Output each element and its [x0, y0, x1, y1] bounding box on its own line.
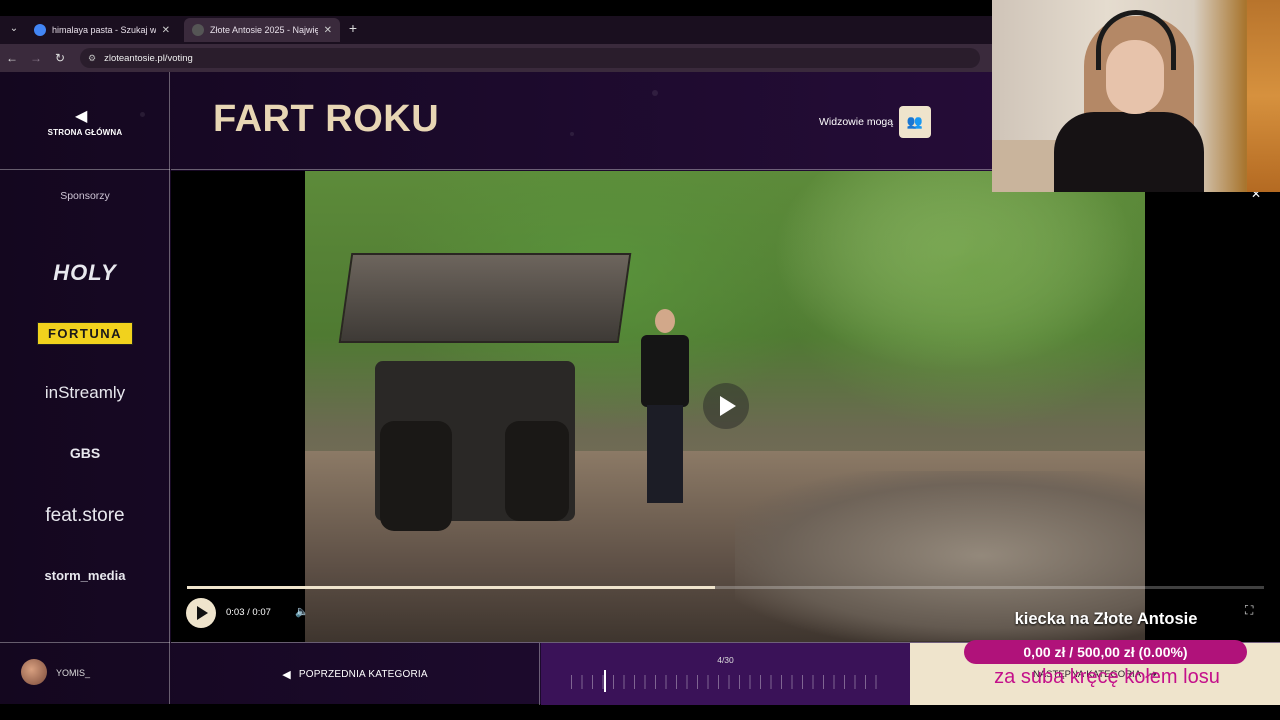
sidebar: ◀ STRONA GŁÓWNA Sponsorzy HOLY FORTUNA i… [0, 72, 170, 704]
video-person [633, 309, 697, 505]
site-info-icon[interactable]: ⚙ [88, 53, 96, 64]
donation-goal-text: za suba kręcę kołem losu [994, 666, 1220, 688]
webcam-shelf [1247, 0, 1280, 192]
video-player[interactable]: 0:03 / 0:07 🔈 ⛶ ✕ [171, 171, 1280, 642]
video-progress-fill [187, 586, 715, 589]
sponsor-fortuna-logo[interactable]: FORTUNA [0, 322, 170, 345]
sponsor-instreamly-logo[interactable]: inStreamly [0, 383, 170, 403]
user-profile[interactable]: YOMIS_ [0, 642, 170, 704]
viewers-users-icon[interactable]: 👥 [899, 106, 931, 138]
sponsor-featstore-logo[interactable]: feat.store [0, 505, 170, 527]
tab-close-icon[interactable]: ✕ [162, 25, 170, 36]
person-torso [641, 335, 689, 407]
volume-icon[interactable]: 🔈 [295, 605, 309, 618]
category-header: FART ROKU Widzowie mogą 👥 [171, 72, 992, 170]
video-loader-bucket [338, 253, 632, 343]
back-arrow-icon[interactable]: ← [0, 51, 24, 65]
previous-category-label: POPRZEDNIA KATEGORIA [298, 668, 428, 680]
category-ticks [571, 675, 881, 689]
sponsor-holy-logo[interactable]: HOLY [0, 260, 170, 286]
tab-zlote-antosie[interactable]: Złote Antosie 2025 - Największ ✕ [184, 18, 340, 42]
new-tab-button[interactable]: + [346, 20, 360, 36]
video-wheel [380, 421, 452, 531]
donation-progress-bar: 0,00 zł / 500,00 zł (0.00%) [964, 640, 1247, 664]
webcam-body [1054, 112, 1204, 192]
play-button[interactable] [186, 598, 216, 628]
home-label: STRONA GŁÓWNA [47, 128, 123, 137]
site-favicon-icon [192, 24, 204, 36]
tab-search-dropdown-icon[interactable]: ⌄ [6, 20, 22, 38]
tab-title: himalaya pasta - Szukaj w Goog [52, 25, 156, 35]
sponsor-fortuna-label: FORTUNA [36, 322, 134, 345]
url-text: zloteantosie.pl/voting [104, 52, 193, 64]
forward-arrow-icon[interactable]: → [24, 51, 48, 65]
headset-icon [1096, 10, 1176, 70]
current-category-tick [604, 670, 606, 692]
sponsor-stormmedia-logo[interactable]: storm_media [0, 568, 170, 583]
sponsor-gbs-logo[interactable]: GBS [0, 445, 170, 461]
user-name: YOMIS_ [56, 668, 91, 678]
person-legs [647, 405, 683, 503]
reload-icon[interactable]: ↻ [48, 51, 72, 65]
address-bar: ← → ↻ ⚙ zloteantosie.pl/voting [0, 44, 992, 72]
google-icon [34, 24, 46, 36]
category-counter: 4/30 [717, 655, 734, 665]
avatar [21, 659, 47, 685]
url-input[interactable]: ⚙ zloteantosie.pl/voting [80, 48, 980, 68]
video-wheel [505, 421, 569, 521]
play-overlay-icon[interactable] [703, 383, 749, 429]
tab-google-search[interactable]: himalaya pasta - Szukaj w Goog ✕ [26, 18, 178, 42]
sponsors-title: Sponsorzy [60, 190, 110, 202]
page-title: FART ROKU [213, 98, 440, 140]
video-frame[interactable] [305, 171, 1145, 642]
tab-title: Złote Antosie 2025 - Największ [210, 25, 318, 35]
person-head [655, 309, 675, 333]
category-progress: 4/30 [541, 643, 910, 705]
webcam-overlay [992, 0, 1280, 192]
video-progress-bar[interactable] [187, 586, 1264, 589]
previous-category-button[interactable]: ◀ POPRZEDNIA KATEGORIA [171, 643, 540, 705]
left-arrow-icon: ◀ [282, 668, 291, 681]
viewers-label: Widzowie mogą [819, 116, 894, 128]
donation-title: kiecka na Złote Antosie [1014, 610, 1198, 628]
home-link[interactable]: ◀ STRONA GŁÓWNA [0, 72, 170, 170]
video-trees [775, 171, 1145, 471]
back-arrow-icon: ◀ [75, 108, 88, 125]
tab-close-icon[interactable]: ✕ [324, 25, 332, 36]
video-time: 0:03 / 0:07 [226, 607, 271, 618]
